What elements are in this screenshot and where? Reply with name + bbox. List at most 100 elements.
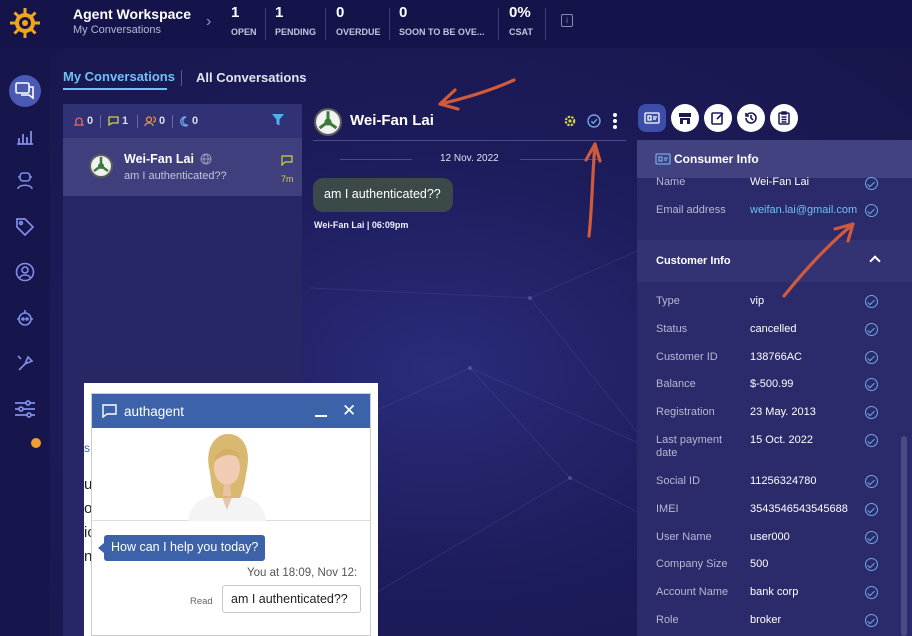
chevron-up-icon[interactable] bbox=[869, 255, 881, 267]
stat-overdue[interactable]: 0 OVERDUE bbox=[336, 4, 381, 42]
contact-avatar bbox=[314, 108, 342, 136]
agent-greeting-message: How can I help you today? bbox=[97, 535, 266, 561]
chat-widget: authagent ✕ How can I help you today? Yo… bbox=[91, 393, 371, 636]
sun-logo-icon[interactable] bbox=[8, 6, 42, 40]
bot-icon[interactable] bbox=[12, 305, 38, 331]
bell-icon bbox=[74, 116, 84, 126]
divider bbox=[265, 8, 266, 40]
users-icon bbox=[144, 115, 156, 126]
tag-icon[interactable] bbox=[12, 214, 38, 240]
divider bbox=[137, 115, 138, 128]
right-panel-scrollbar[interactable] bbox=[901, 436, 907, 636]
id-card-icon bbox=[655, 153, 671, 165]
close-icon[interactable]: ✕ bbox=[342, 402, 356, 419]
customer-field-value: 3543546543545688 bbox=[750, 503, 848, 515]
user-message-bubble: am I authenticated?? bbox=[222, 585, 361, 613]
partial-text: s bbox=[84, 441, 90, 455]
tab-history[interactable] bbox=[737, 104, 765, 132]
customer-field-value: broker bbox=[750, 614, 782, 626]
divider bbox=[100, 115, 101, 128]
minimize-icon[interactable] bbox=[315, 415, 327, 417]
gear-icon[interactable] bbox=[563, 114, 577, 128]
history-icon bbox=[745, 112, 757, 124]
chat-message-bubble: am I authenticated?? bbox=[313, 178, 453, 212]
verified-check-icon bbox=[865, 558, 878, 571]
tab-divider bbox=[181, 70, 182, 86]
message-icon bbox=[281, 155, 293, 166]
email-link[interactable]: weifan.lai@gmail.com bbox=[750, 204, 857, 216]
customer-info-title: Customer Info bbox=[656, 255, 731, 267]
consumer-name-value: Wei-Fan Lai bbox=[750, 176, 810, 188]
customer-field-label: Last payment date bbox=[656, 434, 723, 459]
chat-widget-header: authagent ✕ bbox=[92, 394, 370, 428]
workspace-title: Agent Workspace bbox=[73, 6, 191, 22]
customer-field-label: Status bbox=[656, 323, 688, 335]
divider bbox=[340, 159, 412, 160]
stat-csat[interactable]: 0% CSAT bbox=[509, 4, 533, 42]
conversation-name: Wei-Fan Lai bbox=[124, 152, 194, 166]
info-icon[interactable]: i bbox=[561, 14, 573, 27]
consumer-field-label: Email address bbox=[656, 204, 726, 216]
customer-field-label: Balance bbox=[656, 378, 696, 390]
chat-bubble-icon bbox=[102, 404, 117, 418]
users-count[interactable]: 0 bbox=[144, 115, 165, 127]
more-menu-icon[interactable] bbox=[611, 112, 619, 130]
customer-field-label: Social ID bbox=[656, 475, 701, 487]
customer-field-value: vip bbox=[750, 295, 765, 307]
agent-icon[interactable] bbox=[12, 168, 38, 194]
consumer-info-header: Consumer Info bbox=[637, 140, 912, 178]
conversations-icon[interactable] bbox=[9, 75, 41, 107]
conversation-preview: am I authenticated?? bbox=[124, 170, 227, 182]
chat-date: 12 Nov. 2022 bbox=[440, 153, 499, 164]
stat-open[interactable]: 1 OPEN bbox=[231, 4, 257, 42]
store-icon bbox=[679, 113, 691, 124]
tab-active-indicator bbox=[63, 88, 167, 90]
verified-check-icon[interactable] bbox=[587, 114, 601, 128]
agent-photo bbox=[92, 428, 370, 521]
sliders-icon[interactable] bbox=[12, 396, 38, 422]
alerts-count[interactable]: 0 bbox=[74, 115, 93, 127]
tab-store[interactable] bbox=[671, 104, 699, 132]
verified-check-icon bbox=[865, 204, 878, 217]
customer-field-label: Account Name bbox=[656, 586, 729, 598]
settings-icon[interactable] bbox=[12, 350, 38, 376]
tab-consumer-info[interactable] bbox=[638, 104, 666, 132]
customer-field-label: Company Size bbox=[656, 558, 728, 570]
divider bbox=[172, 115, 173, 128]
verified-check-icon bbox=[865, 406, 878, 419]
customer-field-value: $-500.99 bbox=[750, 378, 794, 390]
tab-all-conversations[interactable]: All Conversations bbox=[196, 70, 307, 85]
chat-contact-name: Wei-Fan Lai bbox=[350, 112, 434, 129]
customer-field-value: 15 Oct. 2022 bbox=[750, 434, 813, 446]
filter-icon[interactable] bbox=[271, 113, 285, 127]
conversation-item[interactable]: Wei-Fan Lai am I authenticated?? 7m bbox=[63, 138, 302, 196]
divider bbox=[520, 159, 598, 160]
customer-field-value: user000 bbox=[750, 531, 790, 543]
verified-check-icon bbox=[865, 475, 878, 488]
customer-field-value: bank corp bbox=[750, 586, 799, 598]
messages-count[interactable]: 1 bbox=[108, 115, 128, 127]
verified-check-icon bbox=[865, 295, 878, 308]
divider bbox=[325, 8, 326, 40]
pending-count[interactable]: 0 bbox=[179, 115, 198, 127]
verified-check-icon bbox=[865, 614, 878, 627]
divider bbox=[498, 8, 499, 40]
customer-field-label: IMEI bbox=[656, 503, 679, 515]
tab-edit[interactable] bbox=[704, 104, 732, 132]
chat-header-divider bbox=[313, 140, 626, 141]
user-icon[interactable] bbox=[12, 259, 38, 285]
conversation-time: 7m bbox=[281, 174, 294, 184]
edit-icon bbox=[711, 112, 724, 125]
customer-info-section-header[interactable]: Customer Info bbox=[637, 240, 912, 282]
tab-my-conversations[interactable]: My Conversations bbox=[63, 69, 175, 84]
customer-field-label: Customer ID bbox=[656, 351, 718, 363]
tab-notes[interactable] bbox=[770, 104, 798, 132]
analytics-icon[interactable] bbox=[12, 123, 38, 149]
stat-soon-overdue[interactable]: 0 SOON TO BE OVE... bbox=[399, 4, 484, 42]
verified-check-icon bbox=[865, 503, 878, 516]
clipboard-icon bbox=[778, 111, 790, 125]
customer-field-label: User Name bbox=[656, 531, 712, 543]
verified-check-icon bbox=[865, 434, 878, 447]
stat-pending[interactable]: 1 PENDING bbox=[275, 4, 316, 42]
user-message-timestamp: You at 18:09, Nov 12: bbox=[247, 567, 358, 579]
